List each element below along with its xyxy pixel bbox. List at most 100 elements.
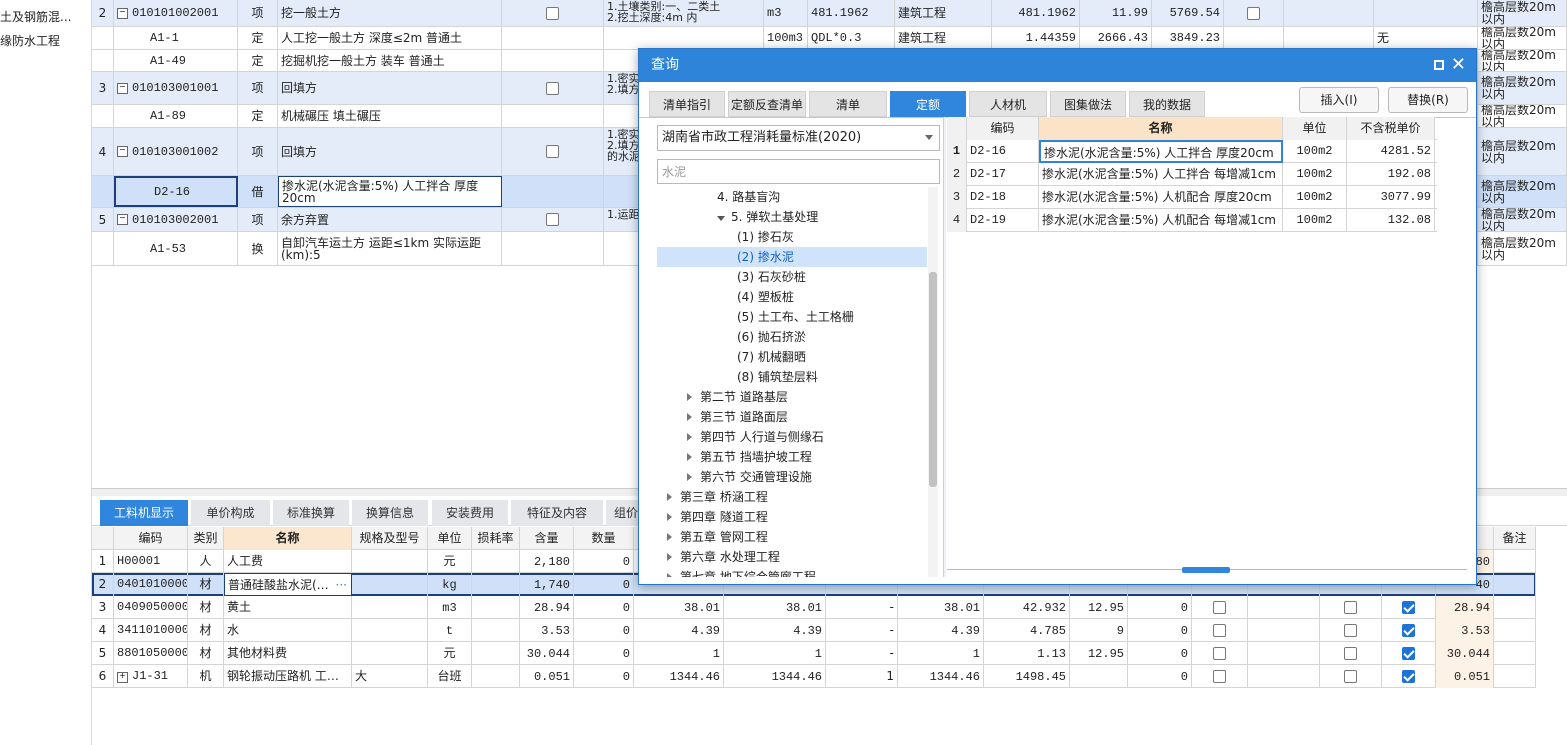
table-row[interactable]: 4 34110100002 材 水 t 3.53 0 4.39 4.39 - 4.39 4.785 9 0…	[92, 619, 1536, 642]
nav-item-concrete[interactable]: 土及钢筋混...	[0, 6, 92, 28]
checkbox[interactable]	[1213, 601, 1226, 614]
header-seq[interactable]	[92, 527, 114, 550]
tree-node[interactable]: 第三节 道路面层	[657, 407, 927, 427]
tree-node[interactable]: 第六章 水处理工程	[657, 547, 927, 567]
grid-header-seq[interactable]	[947, 117, 967, 140]
quota-library-select[interactable]: 湖南省市政工程消耗量标准(2020)	[657, 125, 940, 151]
tree-node[interactable]: (5) 土工布、土工格栅	[657, 307, 927, 327]
grid-row[interactable]: 2 D2-17 掺水泥(水泥含量:5%) 人工拌合 每增减1cm 100m2 192.0…	[947, 163, 1437, 186]
tree-node[interactable]: (4) 塑板桩	[657, 287, 927, 307]
tree-node[interactable]: 第三章 桥涵工程	[657, 487, 927, 507]
table-row[interactable]: 6 + J1-31 机 钢轮振动压路机 工… 大 台班 0.051 0 1344.46 1344.4…	[92, 665, 1536, 688]
checkbox[interactable]	[1402, 624, 1415, 637]
grid-header-price[interactable]: 不含税单价	[1347, 117, 1435, 140]
tree-node[interactable]: (8) 铺筑垫层料	[657, 367, 927, 387]
chevron-down-icon[interactable]	[717, 216, 725, 221]
dialog-title[interactable]: 查询	[639, 49, 1476, 82]
checkbox[interactable]	[1213, 624, 1226, 637]
tab-bill[interactable]: 清单	[809, 91, 887, 117]
insert-button[interactable]: 插入(I)	[1299, 87, 1379, 113]
header-unit[interactable]: 单位	[428, 527, 472, 550]
pane-splitter[interactable]	[943, 117, 946, 577]
grid-header-unit[interactable]: 单位	[1283, 117, 1347, 140]
checkbox[interactable]	[1344, 647, 1357, 660]
tree-node[interactable]: (2) 掺水泥	[657, 247, 927, 267]
search-input[interactable]	[657, 159, 940, 184]
checkbox[interactable]	[1402, 601, 1415, 614]
grid-row[interactable]: 1 D2-16 掺水泥(水泥含量:5%) 人工拌合 厚度20cm 100m2 4281.…	[947, 140, 1437, 163]
expand-icon[interactable]: +	[117, 672, 128, 683]
maximize-icon[interactable]	[1434, 60, 1444, 70]
tab-quota-reverse-bill[interactable]: 定额反查清单	[728, 91, 806, 117]
tree-node[interactable]: (7) 机械翻晒	[657, 347, 927, 367]
collapse-icon[interactable]: −	[117, 82, 128, 94]
tab-standard-conversion[interactable]: 标准换算	[273, 500, 349, 526]
tree-node[interactable]: 第五节 挡墙护坡工程	[657, 447, 927, 467]
collapse-icon[interactable]: −	[117, 7, 128, 19]
tab-features-content[interactable]: 特征及内容	[511, 500, 603, 526]
tab-install-fee[interactable]: 安装费用	[432, 500, 508, 526]
table-row[interactable]: A1-1 定 人工挖一般土方 深度≤2m 普通土 100m3 QDL*0.3 建筑工程 1.…	[92, 27, 1567, 50]
checkbox[interactable]	[1402, 647, 1415, 660]
checkbox[interactable]	[546, 81, 559, 95]
grid-row[interactable]: 4 D2-19 掺水泥(水泥含量:5%) 人机配合 每增减1cm 100m2 132.0…	[947, 209, 1437, 232]
checkbox[interactable]	[1247, 6, 1260, 20]
tree-node[interactable]: 第七章 地下综合管廊工程	[657, 567, 927, 577]
tab-quota[interactable]: 定额	[890, 91, 966, 117]
chevron-right-icon[interactable]	[687, 433, 692, 441]
header-code[interactable]: 编码	[114, 527, 188, 550]
grid-header-name[interactable]: 名称	[1039, 117, 1283, 140]
tab-my-data[interactable]: 我的数据	[1129, 91, 1205, 117]
tab-labor-material[interactable]: 人材机	[969, 91, 1047, 117]
checkbox[interactable]	[546, 213, 559, 226]
tab-conversion-info[interactable]: 换算信息	[352, 500, 428, 526]
header-spec[interactable]: 规格及型号	[352, 527, 428, 550]
tree-node[interactable]: 第四节 人行道与侧缘石	[657, 427, 927, 447]
header-cat[interactable]: 类别	[188, 527, 224, 550]
replace-button[interactable]: 替换(R)	[1388, 87, 1468, 113]
tree-node[interactable]: (3) 石灰砂桩	[657, 267, 927, 287]
tree-scroll-thumb[interactable]	[929, 272, 937, 487]
chevron-right-icon[interactable]	[687, 473, 692, 481]
more-button[interactable]: ···	[336, 574, 347, 595]
header-qty[interactable]: 数量	[574, 527, 634, 550]
collapse-icon[interactable]: −	[117, 146, 128, 157]
header-name[interactable]: 名称	[224, 527, 352, 550]
grid-row[interactable]: 3 D2-18 掺水泥(水泥含量:5%) 人机配合 厚度20cm 100m2 3077.…	[947, 186, 1437, 209]
header-remark[interactable]: 备注	[1494, 527, 1536, 550]
chevron-right-icon[interactable]	[667, 533, 672, 541]
tree-node[interactable]: 第六节 交通管理设施	[657, 467, 927, 487]
grid-header-code[interactable]: 编码	[967, 117, 1039, 140]
checkbox[interactable]	[1402, 670, 1415, 683]
collapse-icon[interactable]: −	[117, 214, 128, 225]
tree-node[interactable]: 4. 路基盲沟	[657, 187, 927, 207]
tree-node[interactable]: 第五章 管网工程	[657, 527, 927, 547]
tab-bill-guide[interactable]: 清单指引	[649, 91, 725, 117]
checkbox[interactable]	[546, 145, 559, 158]
checkbox[interactable]	[1213, 670, 1226, 683]
tree-node[interactable]: (6) 抛石挤淤	[657, 327, 927, 347]
tree-node[interactable]: 第二节 道路基层	[657, 387, 927, 407]
chevron-right-icon[interactable]	[687, 413, 692, 421]
checkbox[interactable]	[1344, 670, 1357, 683]
header-content[interactable]: 含量	[520, 527, 574, 550]
tree-node[interactable]: 第四章 隧道工程	[657, 507, 927, 527]
table-row[interactable]: 5 88010500001 材 其他材料费 元 30.044 0 1 1 - 1 1.13 12.95 0…	[92, 642, 1536, 665]
nav-item-waterproof[interactable]: 缘防水工程	[0, 30, 92, 52]
tree-node[interactable]: (1) 掺石灰	[657, 227, 927, 247]
chevron-right-icon[interactable]	[667, 513, 672, 521]
tree-node[interactable]: 5. 弹软土基处理	[657, 207, 927, 227]
checkbox[interactable]	[1213, 647, 1226, 660]
chevron-right-icon[interactable]	[667, 573, 672, 577]
chevron-right-icon[interactable]	[667, 553, 672, 561]
tab-atlas-practice[interactable]: 图集做法	[1050, 91, 1126, 117]
chevron-right-icon[interactable]	[687, 453, 692, 461]
checkbox[interactable]	[1344, 624, 1357, 637]
tab-labor-material-machine[interactable]: 工料机显示	[100, 500, 188, 526]
chevron-right-icon[interactable]	[687, 393, 692, 401]
tab-unit-price-composition[interactable]: 单价构成	[191, 500, 270, 526]
splitter-grip[interactable]	[1182, 567, 1230, 573]
checkbox[interactable]	[546, 6, 559, 20]
checkbox[interactable]	[1344, 601, 1357, 614]
header-loss[interactable]: 损耗率	[472, 527, 520, 550]
